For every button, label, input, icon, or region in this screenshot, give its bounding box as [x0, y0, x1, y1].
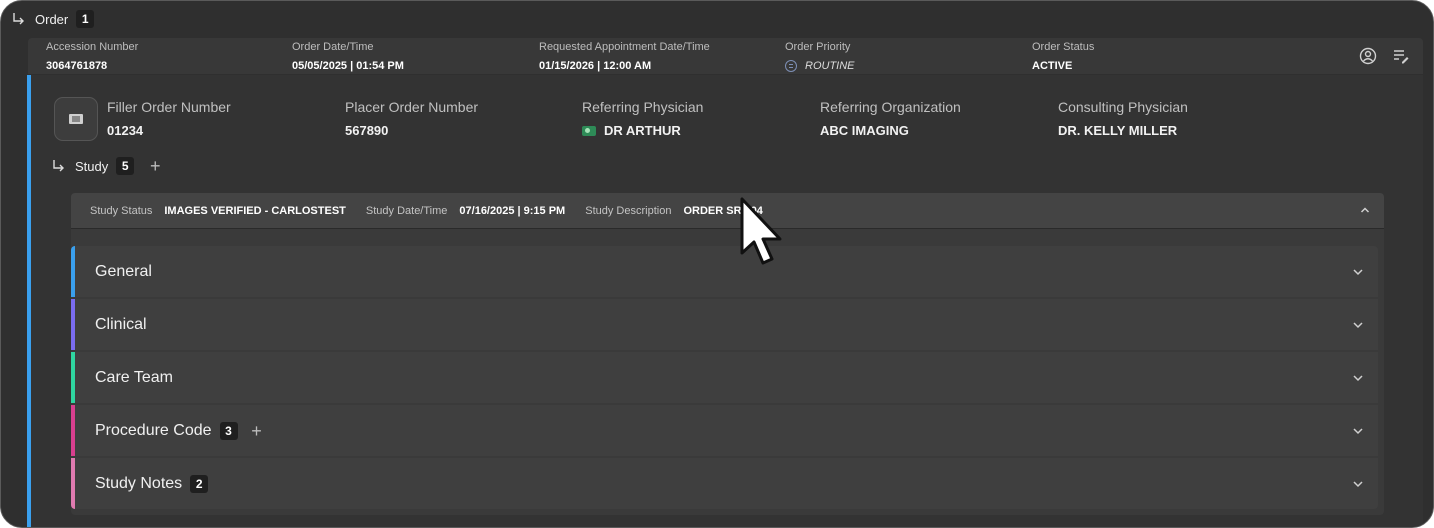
procedure-code-count-badge: 3: [219, 421, 238, 440]
filler-order-label: Filler Order Number: [107, 99, 231, 115]
section-study-notes[interactable]: Study Notes 2: [71, 458, 1378, 509]
section-title: Study Notes: [95, 474, 183, 492]
accession-number: Accession Number 3064761878: [46, 40, 138, 73]
order-count-badge: 1: [76, 10, 95, 28]
order-datetime: Order Date/Time 05/05/2025 | 01:54 PM: [292, 40, 404, 73]
order-datetime-label: Order Date/Time: [292, 41, 374, 53]
order-detail: Filler Order Number 01234 Placer Order N…: [31, 75, 1423, 527]
chevron-down-icon[interactable]: [1352, 425, 1364, 437]
order-summary-bar: Accession Number 3064761878 Order Date/T…: [28, 38, 1423, 74]
branch-arrow-icon: [51, 159, 65, 173]
add-study-icon[interactable]: +: [148, 157, 162, 175]
section-title: Care Team: [95, 368, 173, 386]
priority-icon: [785, 60, 797, 72]
mouse-pointer-icon: [740, 197, 782, 265]
order-priority-value: ROUTINE: [805, 60, 855, 72]
order-datetime-value: 05/05/2025 | 01:54 PM: [292, 60, 404, 72]
requested-appointment-label: Requested Appointment Date/Time: [539, 41, 710, 53]
placer-order-value: 567890: [345, 123, 389, 138]
accession-value: 3064761878: [46, 60, 108, 72]
contact-card-icon: [582, 126, 596, 136]
study-status-label: Study Status: [90, 204, 153, 217]
referring-organization-label: Referring Organization: [820, 99, 961, 115]
requested-appointment-value: 01/15/2026 | 12:00 AM: [539, 60, 652, 72]
referring-organization: Referring Organization ABC IMAGING: [820, 99, 961, 139]
document-lines-icon: [69, 114, 83, 124]
order-document-button[interactable]: [54, 97, 98, 141]
section-care-team[interactable]: Care Team: [71, 352, 1378, 403]
user-circle-icon[interactable]: [1359, 47, 1377, 65]
edit-list-icon[interactable]: [1392, 47, 1410, 65]
study-label: Study: [75, 158, 109, 174]
requested-appointment: Requested Appointment Date/Time 01/15/20…: [539, 40, 710, 73]
order-status-label: Order Status: [1032, 41, 1095, 53]
chevron-down-icon[interactable]: [1352, 478, 1364, 490]
add-procedure-code-icon[interactable]: +: [250, 422, 264, 440]
accession-label: Accession Number: [46, 41, 139, 53]
referring-physician-value: DR ARTHUR: [604, 123, 681, 138]
order-label: Order: [35, 11, 69, 27]
study-status-value: IMAGES VERIFIED - CARLOSTEST: [164, 204, 346, 217]
section-clinical[interactable]: Clinical: [71, 299, 1378, 350]
chevron-down-icon[interactable]: [1352, 319, 1364, 331]
study-summary-bar[interactable]: Study Status IMAGES VERIFIED - CARLOSTES…: [71, 193, 1384, 229]
consulting-physician-label: Consulting Physician: [1058, 99, 1188, 115]
filler-order-number: Filler Order Number 01234: [107, 99, 231, 139]
order-panel: Order 1 Accession Number 3064761878 Orde…: [0, 0, 1434, 528]
section-procedure-code[interactable]: Procedure Code 3 +: [71, 405, 1378, 456]
order-header[interactable]: Order 1: [11, 9, 95, 29]
order-status: Order Status ACTIVE: [1032, 40, 1094, 73]
filler-order-value: 01234: [107, 123, 144, 138]
referring-physician: Referring Physician DR ARTHUR: [582, 99, 703, 139]
order-priority: Order Priority ROUTINE: [785, 40, 855, 73]
chevron-down-icon[interactable]: [1352, 266, 1364, 278]
section-title: General: [95, 262, 152, 280]
order-priority-value-row: ROUTINE: [785, 59, 855, 73]
study-notes-count-badge: 2: [190, 474, 209, 493]
consulting-physician: Consulting Physician DR. KELLY MILLER: [1058, 99, 1188, 139]
section-title: Procedure Code: [95, 421, 212, 439]
section-title: Clinical: [95, 315, 147, 333]
referring-organization-value: ABC IMAGING: [820, 123, 909, 138]
study-datetime-label: Study Date/Time: [365, 204, 448, 217]
placer-order-number: Placer Order Number 567890: [345, 99, 478, 139]
branch-arrow-icon: [11, 12, 25, 26]
referring-physician-value-row: DR ARTHUR: [582, 123, 703, 139]
study-card: Study Status IMAGES VERIFIED - CARLOSTES…: [71, 193, 1384, 515]
study-count-badge: 5: [116, 157, 135, 175]
section-general[interactable]: General: [71, 246, 1378, 297]
study-sections: General Clinical Care Team Procedure Cod…: [71, 246, 1378, 511]
order-priority-label: Order Priority: [785, 41, 851, 53]
referring-physician-label: Referring Physician: [582, 99, 704, 115]
chevron-up-icon[interactable]: [1360, 205, 1370, 215]
study-datetime-value: 07/16/2025 | 9:15 PM: [459, 204, 566, 217]
placer-order-label: Placer Order Number: [345, 99, 479, 115]
order-status-value: ACTIVE: [1032, 60, 1073, 72]
chevron-down-icon[interactable]: [1352, 372, 1364, 384]
study-description-label: Study Description: [585, 204, 672, 217]
consulting-physician-value: DR. KELLY MILLER: [1058, 123, 1178, 138]
study-header[interactable]: Study 5 +: [51, 156, 162, 176]
